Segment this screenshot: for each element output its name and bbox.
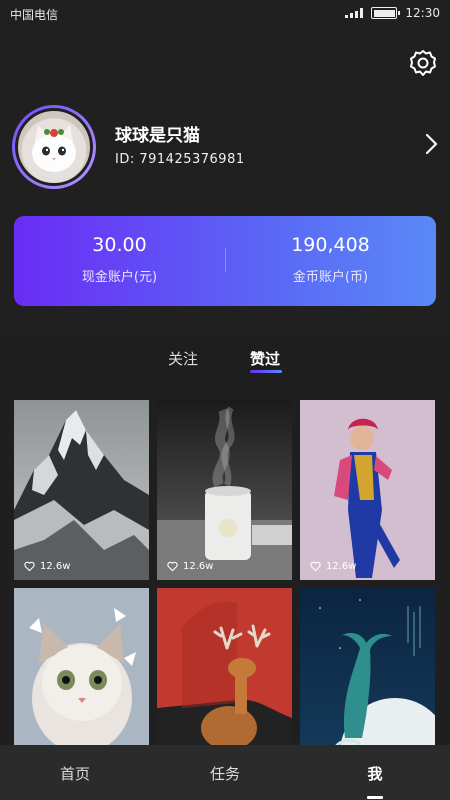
- heart-icon: [24, 561, 35, 571]
- grid-item-mountain[interactable]: 12.6w: [14, 400, 149, 580]
- bottom-navigation: 首页 任务 我: [0, 745, 450, 800]
- kitten-image: [14, 588, 149, 745]
- grid-item-woman[interactable]: 12.6w: [300, 400, 435, 580]
- content-tabs: 关注 赞过: [0, 336, 450, 392]
- user-id: ID: 791425376981: [115, 152, 245, 167]
- avatar[interactable]: [12, 105, 96, 189]
- tab-following[interactable]: 关注: [168, 348, 198, 369]
- like-count: 12.6w: [167, 559, 213, 573]
- carrier-label: 中国电信: [10, 8, 59, 22]
- grid-item-deer[interactable]: [157, 588, 292, 745]
- grid-item-kitten[interactable]: [14, 588, 149, 745]
- like-count-value: 12.6w: [183, 560, 214, 572]
- heart-icon: [167, 561, 178, 571]
- settings-gear-icon[interactable]: [408, 48, 438, 78]
- nav-me[interactable]: 我: [300, 763, 450, 784]
- coin-value: 190,408: [291, 234, 370, 256]
- clock: 12:30: [405, 6, 440, 20]
- woman-image: [300, 400, 435, 580]
- cash-value: 30.00: [92, 234, 147, 256]
- tab-liked[interactable]: 赞过: [250, 348, 280, 369]
- like-count: 12.6w: [24, 559, 70, 573]
- cash-label: 现金账户(元): [81, 270, 158, 285]
- whale-image: [300, 588, 435, 745]
- avatar-image: [15, 108, 93, 186]
- status-bar: 中国电信 12:30: [0, 0, 450, 28]
- humidifier-image: [157, 400, 292, 580]
- active-tab-indicator: [250, 370, 282, 373]
- mountain-image: [14, 400, 149, 580]
- profile-header: 球球是只猫 ID: 791425376981 30.00 现金账户(元) 190…: [0, 28, 450, 336]
- coin-label: 金币账户(币): [292, 270, 369, 285]
- coin-account[interactable]: 190,408 金币账户(币): [225, 234, 436, 285]
- account-card: 30.00 现金账户(元) 190,408 金币账户(币): [14, 216, 436, 306]
- grid-item-humidifier[interactable]: 12.6w: [157, 400, 292, 580]
- like-count: 12.6w: [310, 559, 356, 573]
- deer-image: [157, 588, 292, 745]
- liked-grid: 12.6w 12.6w 12.6w: [14, 400, 436, 745]
- grid-item-whale[interactable]: [300, 588, 435, 745]
- signal-icon: [345, 8, 364, 18]
- heart-icon: [310, 561, 321, 571]
- like-count-value: 12.6w: [326, 560, 357, 572]
- battery-icon: [371, 7, 401, 19]
- active-nav-indicator: [367, 796, 383, 799]
- cash-account[interactable]: 30.00 现金账户(元): [14, 234, 225, 285]
- status-icons: 12:30: [345, 5, 440, 21]
- chevron-right-icon[interactable]: [424, 133, 438, 155]
- nav-home[interactable]: 首页: [0, 763, 150, 784]
- like-count-value: 12.6w: [40, 560, 71, 572]
- nav-tasks[interactable]: 任务: [150, 763, 300, 784]
- username: 球球是只猫: [115, 126, 200, 146]
